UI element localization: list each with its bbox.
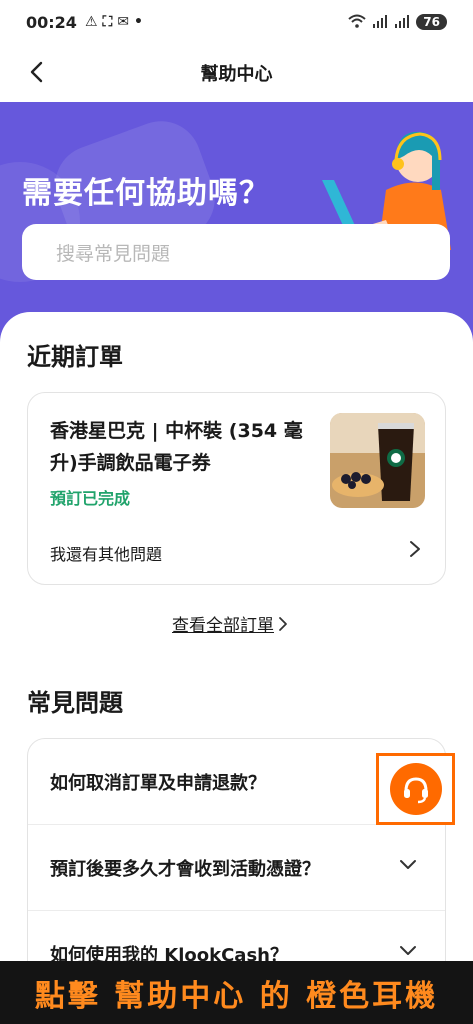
chevron-down-icon: [400, 860, 416, 869]
screenshot-icon: ⛶: [102, 14, 113, 30]
status-bar: 00:24 ⚠ ⛶ ✉ • 76: [0, 0, 473, 44]
faq-title: 常見問題: [27, 689, 123, 717]
view-all-orders-label: 查看全部訂單: [172, 616, 274, 636]
recent-orders-title: 近期訂單: [27, 343, 123, 371]
warning-icon: ⚠: [84, 14, 98, 30]
other-question-link[interactable]: 我還有其他問題: [50, 541, 162, 565]
instruction-caption: 點擊 幫助中心 的 橙色耳機: [0, 961, 473, 1024]
faq-question: 如何取消訂單及申請退款？: [50, 772, 266, 794]
order-status: 預訂已完成: [50, 489, 131, 508]
notification-icons: ⚠ ⛶ ✉ •: [85, 14, 143, 30]
order-card[interactable]: 香港星巴克 | 中杯裝 (354 毫升)手調飲品電子券 預訂已完成 我還有其他問…: [27, 392, 446, 585]
wifi-icon: [348, 14, 366, 31]
headset-icon: [403, 777, 428, 804]
order-thumbnail: [330, 413, 425, 508]
faq-question: 預訂後要多久才會收到活動憑證？: [50, 858, 320, 880]
search-input[interactable]: 搜尋常見問題: [22, 224, 450, 280]
hero-title: 需要任何協助嗎？: [22, 176, 270, 211]
status-time: 00:24: [26, 12, 77, 32]
signal-icon-2: [394, 14, 410, 31]
view-all-orders-link[interactable]: 查看全部訂單: [172, 611, 288, 636]
support-button[interactable]: [389, 763, 442, 815]
help-hero-banner: 需要任何協助嗎？ 搜尋常見問題: [0, 102, 473, 342]
signal-icon: [372, 14, 388, 31]
system-icons: 76: [348, 14, 447, 31]
chevron-left-icon: [30, 61, 43, 83]
back-button[interactable]: [20, 56, 52, 88]
support-button-highlight: [376, 753, 455, 825]
chevron-down-icon: [400, 946, 416, 955]
chevron-right-icon: [279, 616, 287, 631]
faq-item[interactable]: 預訂後要多久才會收到活動憑證？: [28, 825, 445, 911]
chevron-right-icon[interactable]: [407, 539, 423, 559]
mail-icon: ✉: [117, 14, 130, 30]
dot-icon: •: [134, 14, 143, 30]
nav-bar: 幫助中心: [0, 44, 473, 102]
page-title: 幫助中心: [200, 64, 273, 85]
battery-indicator: 76: [416, 14, 447, 30]
order-name: 香港星巴克 | 中杯裝 (354 毫升)手調飲品電子券: [50, 420, 303, 474]
